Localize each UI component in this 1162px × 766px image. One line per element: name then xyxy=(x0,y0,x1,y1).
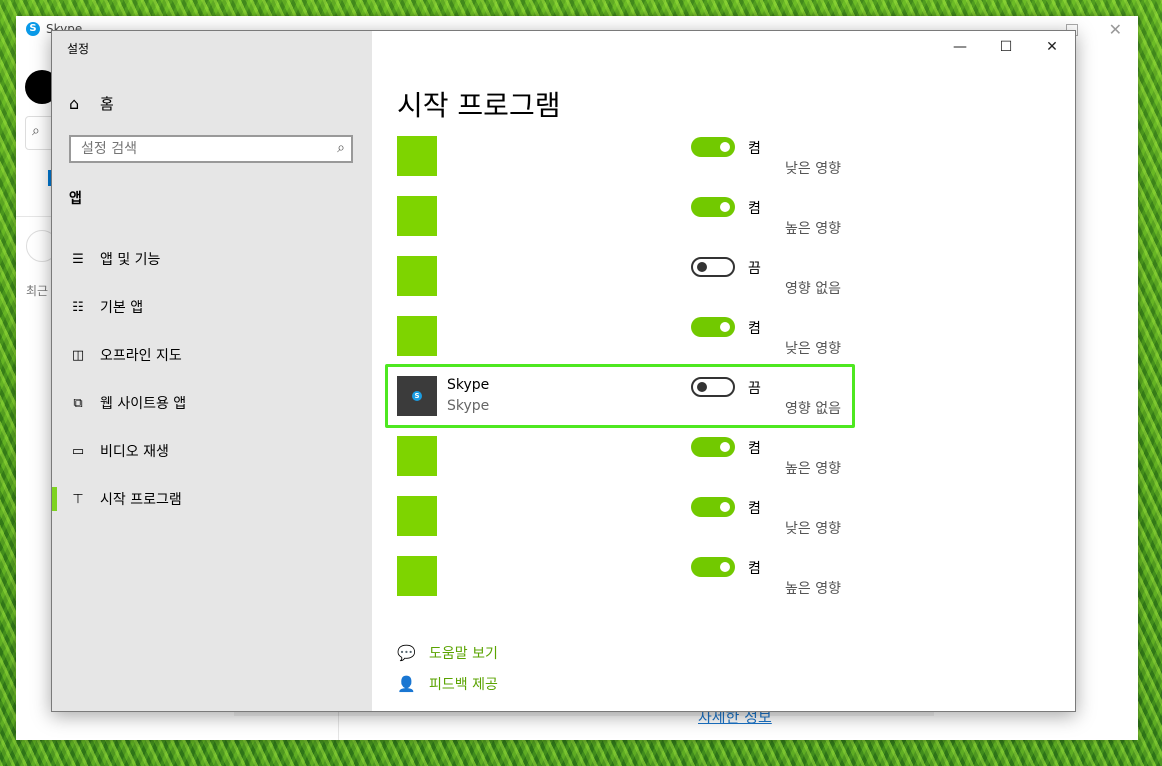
settings-sidebar: 설정 ⌂ 홈 ⌕ 앱 ☰ 앱 및 기능 ☷ 기본 앱 ◫ 오프라인 지도 xyxy=(52,31,372,711)
startup-toggle[interactable] xyxy=(691,257,735,277)
video-icon: ▭ xyxy=(71,443,85,459)
window-title: 설정 xyxy=(67,42,90,56)
startup-toggle[interactable] xyxy=(691,437,735,457)
sidebar-item-label: 비디오 재생 xyxy=(100,444,169,460)
startup-toggle[interactable] xyxy=(691,377,735,397)
startup-icon: ⊤ xyxy=(72,491,84,507)
open-external-icon: ⧉ xyxy=(73,395,83,411)
nav-home[interactable]: ⌂ 홈 xyxy=(69,93,114,114)
toggle-state: 켬 xyxy=(748,141,761,157)
help-chat-icon: 💬 xyxy=(397,643,416,662)
list-item: 켬 낮은 영향 xyxy=(373,496,1075,556)
sidebar-item-apps-features[interactable]: ☰ 앱 및 기능 xyxy=(52,235,372,283)
toggle-state: 켬 xyxy=(748,561,761,577)
app-icon xyxy=(397,196,437,236)
sidebar-item-label: 기본 앱 xyxy=(100,300,144,316)
recent-label: 최근 xyxy=(26,284,49,298)
settings-search[interactable]: ⌕ xyxy=(69,135,353,163)
list-item: 켬 높은 영향 xyxy=(373,556,1075,616)
toggle-state: 켬 xyxy=(748,441,761,457)
sidebar-item-label: 앱 및 기능 xyxy=(100,252,161,268)
sidebar-item-apps-for-websites[interactable]: ⧉ 웹 사이트용 앱 xyxy=(52,379,372,427)
sidebar-item-startup[interactable]: ⊤ 시작 프로그램 xyxy=(52,475,372,523)
help-links: 💬 도움말 보기 👤 피드백 제공 xyxy=(397,637,498,699)
feedback-icon: 👤 xyxy=(397,674,416,693)
startup-impact: 낮은 영향 xyxy=(785,521,841,537)
list-item: 켬 높은 영향 xyxy=(373,436,1075,496)
feedback-link-label: 피드백 제공 xyxy=(429,676,498,693)
toggle-state: 켬 xyxy=(748,321,761,337)
startup-impact: 높은 영향 xyxy=(785,581,841,597)
startup-toggle[interactable] xyxy=(691,137,735,157)
help-link-label: 도움말 보기 xyxy=(429,645,498,662)
feedback-link[interactable]: 👤 피드백 제공 xyxy=(397,668,498,699)
app-icon xyxy=(397,436,437,476)
startup-impact: 영향 없음 xyxy=(785,281,841,297)
skype-close-icon[interactable]: ✕ xyxy=(1109,20,1122,39)
search-icon: ⌕ xyxy=(337,140,345,156)
sidebar-nav: ☰ 앱 및 기능 ☷ 기본 앱 ◫ 오프라인 지도 ⧉ 웹 사이트용 앱 ▭ 비… xyxy=(52,235,372,523)
startup-impact: 낮은 영향 xyxy=(785,341,841,357)
section-label: 앱 xyxy=(69,191,82,207)
default-apps-icon: ☷ xyxy=(72,299,84,315)
home-label: 홈 xyxy=(100,95,114,113)
sidebar-item-default-apps[interactable]: ☷ 기본 앱 xyxy=(52,283,372,331)
sidebar-item-label: 오프라인 지도 xyxy=(100,348,182,364)
app-name: Skype xyxy=(447,377,490,393)
startup-toggle[interactable] xyxy=(691,497,735,517)
startup-content: 시작 프로그램 켬 낮은 영향 켬 높은 영향 끔 영향 없음 켬 낮은 영향 … xyxy=(373,31,1075,711)
startup-impact: 높은 영향 xyxy=(785,221,841,237)
list-item: 켬 낮은 영향 xyxy=(373,136,1075,196)
list-icon: ☰ xyxy=(72,251,84,267)
highlight-box xyxy=(385,364,855,428)
skype-app-icon: S xyxy=(397,376,437,416)
list-item: 켬 높은 영향 xyxy=(373,196,1075,256)
map-icon: ◫ xyxy=(71,347,85,363)
settings-window: 설정 ⌂ 홈 ⌕ 앱 ☰ 앱 및 기능 ☷ 기본 앱 ◫ 오프라인 지도 xyxy=(51,30,1076,712)
startup-toggle[interactable] xyxy=(691,317,735,337)
help-link[interactable]: 💬 도움말 보기 xyxy=(397,637,498,668)
list-item-skype: S Skype Skype 끔 영향 없음 xyxy=(373,364,1075,436)
skype-logo-icon: S xyxy=(26,22,40,36)
app-icon xyxy=(397,556,437,596)
toggle-state: 켬 xyxy=(748,501,761,517)
toggle-state: 끔 xyxy=(748,261,761,277)
app-publisher: Skype xyxy=(447,398,490,414)
home-icon: ⌂ xyxy=(69,94,80,113)
startup-toggle[interactable] xyxy=(691,557,735,577)
app-icon xyxy=(397,496,437,536)
skype-logo-icon: S xyxy=(412,391,422,401)
sidebar-item-offline-maps[interactable]: ◫ 오프라인 지도 xyxy=(52,331,372,379)
startup-app-list: 켬 낮은 영향 켬 높은 영향 끔 영향 없음 켬 낮은 영향 S Skype … xyxy=(373,136,1075,616)
startup-impact: 영향 없음 xyxy=(785,401,841,417)
search-icon: ⌕ xyxy=(32,123,40,139)
sidebar-item-video-playback[interactable]: ▭ 비디오 재생 xyxy=(52,427,372,475)
app-icon xyxy=(397,136,437,176)
toggle-state: 끔 xyxy=(748,381,761,397)
toggle-state: 켬 xyxy=(748,201,761,217)
app-icon xyxy=(397,316,437,356)
startup-impact: 높은 영향 xyxy=(785,461,841,477)
sidebar-item-label: 시작 프로그램 xyxy=(100,492,182,508)
startup-toggle[interactable] xyxy=(691,197,735,217)
list-item: 끔 영향 없음 xyxy=(373,256,1075,316)
app-icon xyxy=(397,256,437,296)
startup-impact: 낮은 영향 xyxy=(785,161,841,177)
page-title: 시작 프로그램 xyxy=(397,89,561,122)
search-input[interactable] xyxy=(71,137,331,161)
sidebar-item-label: 웹 사이트용 앱 xyxy=(100,396,187,412)
